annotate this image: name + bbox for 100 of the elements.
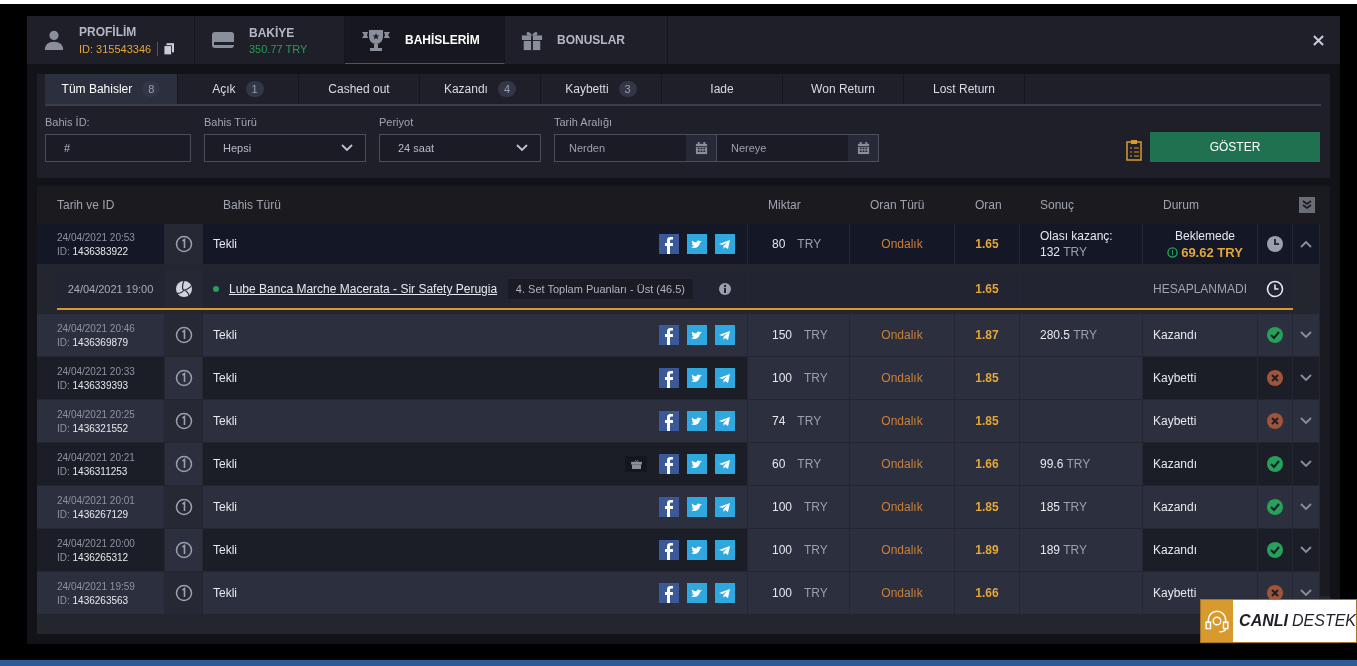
header-tab[interactable]: BAHİSLERİM bbox=[345, 16, 505, 64]
bet-row[interactable]: 24/04/2021 20:25 ID: 1436321552 Tekli 74 TRY Ondalık 1.85 Kaybetti bbox=[37, 400, 1320, 442]
collapse-all-icon[interactable] bbox=[1298, 197, 1315, 213]
twitter-icon[interactable] bbox=[687, 325, 707, 345]
result-amount: 280.5 TRY bbox=[1040, 328, 1097, 342]
bet-row[interactable]: 24/04/2021 20:21 ID: 1436311253 Tekli 60 TRY Ondalık 1.66 99.6 TRY Kazandı bbox=[37, 443, 1320, 485]
bet-date: 24/04/2021 20:01 bbox=[57, 494, 135, 506]
bet-row[interactable]: 24/04/2021 20:00 ID: 1436265312 Tekli 100 TRY Ondalık 1.89 189 TRY Kazandı bbox=[37, 529, 1320, 571]
bet-id: ID: 1436265312 bbox=[57, 551, 129, 563]
column-header: Oran bbox=[974, 198, 1003, 212]
odds-value: 1.85 bbox=[975, 500, 999, 514]
stake-amount: 100 bbox=[772, 500, 793, 514]
currency: TRY bbox=[804, 328, 828, 342]
wallet-icon bbox=[211, 31, 235, 49]
twitter-icon[interactable] bbox=[687, 234, 707, 254]
close-icon[interactable] bbox=[1313, 34, 1324, 46]
count-badge: 3 bbox=[618, 81, 637, 97]
chevron-icon[interactable] bbox=[1300, 589, 1312, 597]
selection-status: HESAPLANMADI bbox=[1153, 282, 1248, 296]
bet-type: Tekli bbox=[213, 237, 237, 251]
facebook-icon[interactable] bbox=[659, 540, 679, 560]
show-button[interactable]: GÖSTER bbox=[1150, 132, 1320, 162]
filter-tab[interactable]: Kazandı 4 bbox=[420, 74, 541, 104]
clipboard-icon[interactable] bbox=[1126, 139, 1142, 161]
chevron-icon[interactable] bbox=[1300, 460, 1312, 468]
bet-type: Tekli bbox=[213, 543, 237, 557]
bet-type-dropdown[interactable]: Hepsi bbox=[204, 134, 366, 162]
twitter-icon[interactable] bbox=[687, 411, 707, 431]
facebook-icon[interactable] bbox=[659, 454, 679, 474]
telegram-icon[interactable] bbox=[715, 325, 735, 345]
column-header: Durum bbox=[1162, 198, 1200, 212]
telegram-icon[interactable] bbox=[715, 234, 735, 254]
telegram-icon[interactable] bbox=[715, 454, 735, 474]
twitter-icon[interactable] bbox=[687, 454, 707, 474]
facebook-icon[interactable] bbox=[659, 583, 679, 603]
bet-status: Kaybetti bbox=[1153, 371, 1197, 385]
header-tab[interactable]: BONUSLAR bbox=[505, 16, 668, 64]
bet-id-field[interactable]: # bbox=[45, 134, 191, 162]
filter-tab[interactable]: Cashed out bbox=[299, 74, 420, 104]
facebook-icon[interactable] bbox=[659, 497, 679, 517]
copy-icon[interactable] bbox=[164, 42, 175, 55]
facebook-icon[interactable] bbox=[659, 234, 679, 254]
bet-date: 24/04/2021 20:53 bbox=[57, 231, 135, 243]
bet-type: Tekli bbox=[213, 500, 237, 514]
bet-id: ID: 1436267129 bbox=[57, 508, 129, 520]
event-link[interactable]: Lube Banca Marche Macerata - Sir Safety Perugia bbox=[229, 282, 498, 296]
bet-row[interactable]: 24/04/2021 19:59 ID: 1436263563 Tekli 100 TRY Ondalık 1.66 Kaybetti bbox=[37, 572, 1320, 614]
chevron-icon[interactable] bbox=[1300, 546, 1312, 554]
telegram-icon[interactable] bbox=[715, 411, 735, 431]
filter-tab[interactable]: Won Return bbox=[783, 74, 904, 104]
bet-row[interactable]: 24/04/2021 20:46 ID: 1436369879 Tekli 150 TRY Ondalık 1.87 280.5 TRY Kazandı bbox=[37, 314, 1320, 356]
currency: TRY bbox=[804, 586, 828, 600]
chevron-icon[interactable] bbox=[1300, 417, 1312, 425]
telegram-icon[interactable] bbox=[715, 540, 735, 560]
twitter-icon[interactable] bbox=[687, 583, 707, 603]
scrollbar[interactable] bbox=[1320, 186, 1330, 596]
odds-type: Ondalık bbox=[881, 543, 923, 557]
stake-amount: 60 bbox=[772, 457, 786, 471]
odds-type: Ondalık bbox=[881, 457, 923, 471]
field-label: Bahis İD: bbox=[45, 116, 91, 128]
chevron-icon[interactable] bbox=[1300, 331, 1312, 339]
telegram-icon[interactable] bbox=[715, 368, 735, 388]
twitter-icon[interactable] bbox=[687, 497, 707, 517]
stake-amount: 80 bbox=[772, 237, 786, 251]
live-support-button[interactable]: CANLI DESTEK bbox=[1200, 599, 1357, 643]
bet-id: ID: 1436311253 bbox=[57, 465, 128, 477]
bet-id: ID: 1436383922 bbox=[57, 245, 129, 257]
telegram-icon[interactable] bbox=[715, 497, 735, 517]
stake-amount: 150 bbox=[772, 328, 793, 342]
field-label: Bahis Türü bbox=[204, 116, 258, 128]
facebook-icon[interactable] bbox=[659, 368, 679, 388]
filter-tab[interactable]: Tüm Bahisler 8 bbox=[45, 74, 178, 104]
chevron-icon[interactable] bbox=[1300, 503, 1312, 511]
bet-row[interactable]: 24/04/2021 20:33 ID: 1436339393 Tekli 100 TRY Ondalık 1.85 Kaybetti bbox=[37, 357, 1320, 399]
live-dot bbox=[213, 286, 219, 292]
single-bet-icon bbox=[174, 498, 193, 516]
filter-tab[interactable]: Kaybetti 3 bbox=[541, 74, 662, 104]
odds-value: 1.85 bbox=[975, 371, 999, 385]
single-bet-icon bbox=[174, 584, 193, 602]
telegram-icon[interactable] bbox=[715, 583, 735, 603]
bet-row[interactable]: 24/04/2021 20:01 ID: 1436267129 Tekli 100 TRY Ondalık 1.85 185 TRY Kazandı bbox=[37, 486, 1320, 528]
filter-tab[interactable]: Açık 1 bbox=[178, 74, 299, 104]
twitter-icon[interactable] bbox=[687, 368, 707, 388]
stake-amount: 100 bbox=[772, 543, 793, 557]
period-dropdown[interactable]: 24 saat bbox=[379, 134, 541, 162]
bet-row[interactable]: 24/04/2021 20:53 ID: 1436383922 Tekli 80 TRY Ondalık 1.65 Olası kazanç: 132 TRY Beklemede 69.62 TRY bbox=[37, 224, 1320, 264]
bet-status: Kazandı bbox=[1153, 543, 1198, 557]
facebook-icon[interactable] bbox=[659, 411, 679, 431]
twitter-icon[interactable] bbox=[687, 540, 707, 560]
filter-tab[interactable]: Lost Return bbox=[904, 74, 1025, 104]
facebook-icon[interactable] bbox=[659, 325, 679, 345]
info-icon[interactable] bbox=[719, 283, 731, 295]
result-amount: 99.6 TRY bbox=[1040, 457, 1091, 471]
caret-icon bbox=[341, 144, 353, 152]
chevron-icon[interactable] bbox=[1300, 240, 1312, 248]
bet-date: 24/04/2021 20:25 bbox=[57, 408, 135, 420]
header-tab[interactable]: PROFİLİM ID: 315543346 bbox=[27, 16, 195, 64]
chevron-icon[interactable] bbox=[1300, 374, 1312, 382]
odds-type: Ondalık bbox=[881, 414, 923, 428]
filter-tab[interactable]: Iade bbox=[662, 74, 783, 104]
